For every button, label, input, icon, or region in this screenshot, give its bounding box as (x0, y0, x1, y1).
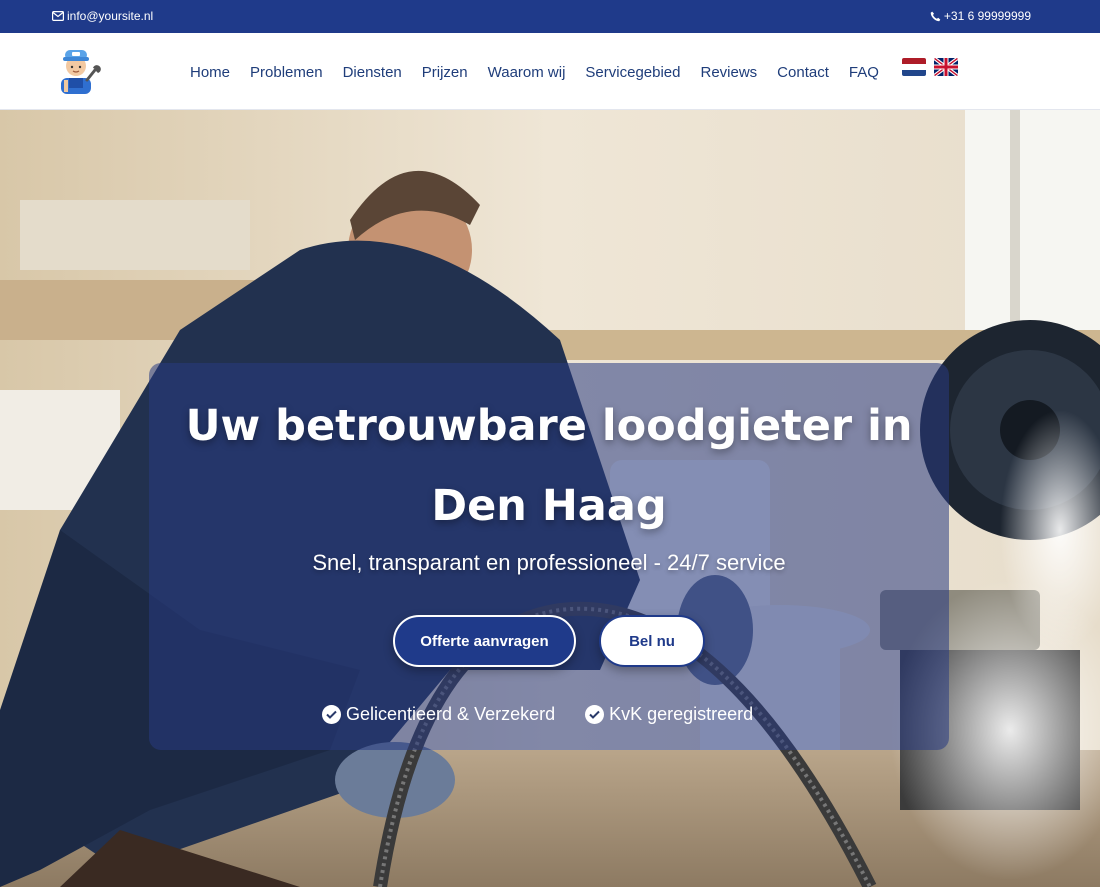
dutch-flag-icon[interactable] (902, 58, 926, 76)
main-navbar: Home Problemen Diensten Prijzen Waarom w… (0, 33, 1100, 110)
badge-label: KvK geregistreerd (609, 704, 754, 724)
nav-home[interactable]: Home (190, 64, 230, 81)
uk-flag-icon[interactable] (934, 58, 958, 76)
nav-contact[interactable]: Contact (777, 64, 829, 81)
phone-link[interactable]: +31 6 99999999 (930, 9, 1031, 23)
hero-subtitle: Snel, transparant en professioneel - 24/… (312, 550, 786, 575)
plumber-mascot-logo[interactable] (53, 42, 101, 94)
badge-label: Gelicentieerd & Verzekerd (346, 704, 556, 724)
nav-diensten[interactable]: Diensten (343, 64, 402, 81)
hero-title: Uw betrouwbare loodgieter in Den Haag (185, 401, 913, 531)
trust-badges: Gelicentieerd & Verzekerd KvK geregistre… (322, 704, 753, 725)
hero-section: Uw betrouwbare loodgieter in Den Haag Sn… (0, 110, 1100, 887)
envelope-icon (52, 11, 64, 21)
top-bar: info@yoursite.nl +31 6 99999999 (0, 0, 1100, 33)
phone-icon (930, 11, 941, 22)
phone-text: +31 6 99999999 (943, 9, 1031, 23)
call-now-button[interactable]: Bel nu (599, 615, 705, 667)
email-text: info@yoursite.nl (67, 9, 154, 23)
email-link[interactable]: info@yoursite.nl (52, 9, 153, 23)
nav-prijzen[interactable]: Prijzen (422, 64, 468, 81)
check-circle-icon (322, 705, 341, 724)
nav-waarom-wij[interactable]: Waarom wij (488, 64, 566, 81)
nav-servicegebied[interactable]: Servicegebied (585, 64, 680, 81)
check-circle-icon (585, 705, 605, 724)
main-nav: Home Problemen Diensten Prijzen Waarom w… (190, 64, 879, 81)
badge-licensed: Gelicentieerd & Verzekerd (322, 704, 555, 725)
nav-problemen[interactable]: Problemen (250, 64, 323, 81)
request-quote-button[interactable]: Offerte aanvragen (393, 615, 576, 667)
nav-reviews[interactable]: Reviews (700, 64, 757, 81)
nav-faq[interactable]: FAQ (849, 64, 879, 81)
badge-kvk: KvK geregistreerd (585, 704, 753, 725)
